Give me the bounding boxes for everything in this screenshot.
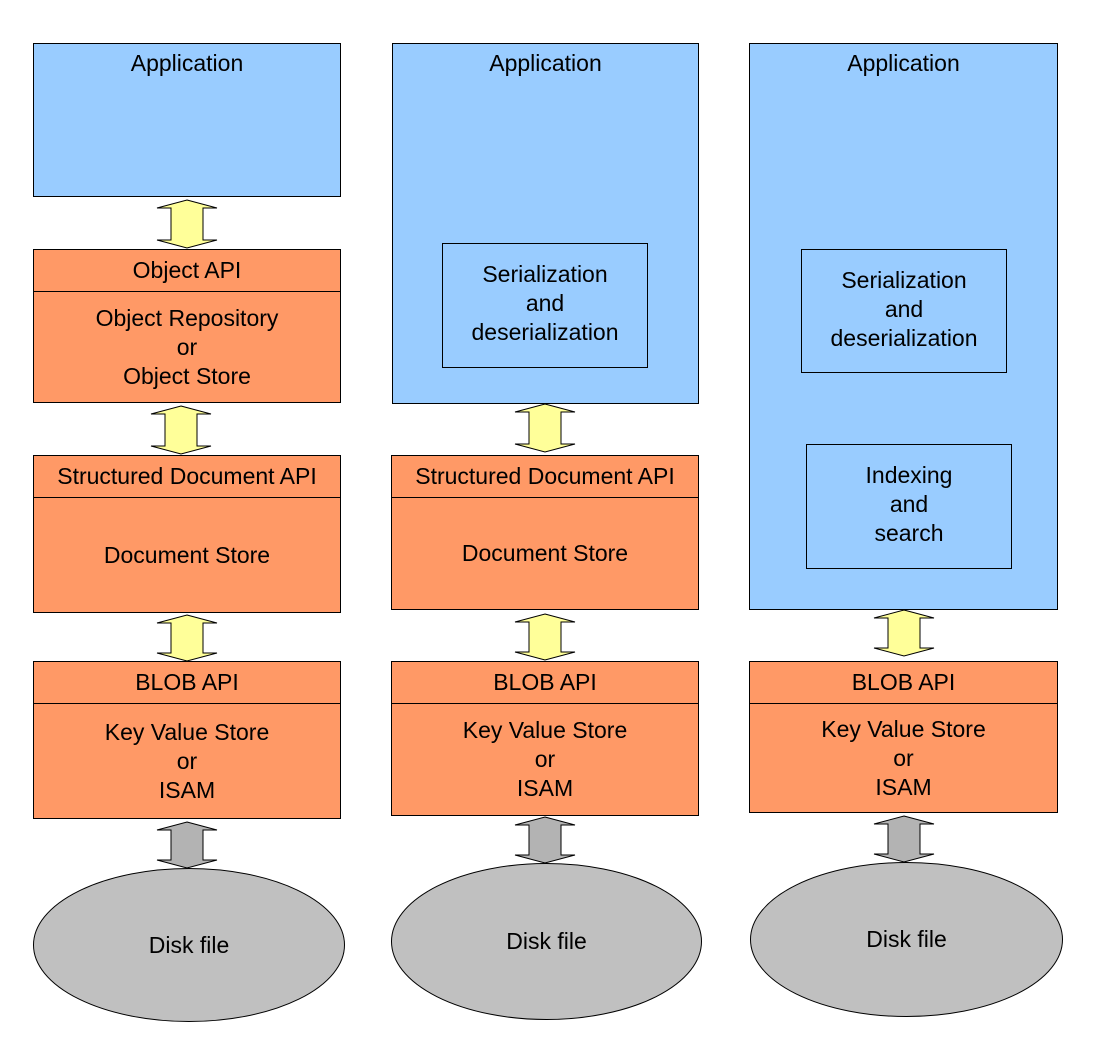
store-line: ISAM xyxy=(158,776,216,803)
application-box: Application xyxy=(33,43,341,197)
store-line: or xyxy=(893,744,914,771)
store-line: Key Value Store xyxy=(821,715,986,742)
store-line: or xyxy=(176,747,198,774)
document-store-layer: Structured Document API Document Store xyxy=(33,455,341,613)
structured-document-api-label: Structured Document API xyxy=(392,456,698,498)
disk-file: Disk file xyxy=(391,863,702,1020)
application-title: Application xyxy=(847,50,960,76)
document-store-label: Document Store xyxy=(392,498,698,609)
box-line: Serialization xyxy=(841,266,967,293)
application-title: Application xyxy=(489,50,602,76)
store-line: or xyxy=(534,746,556,772)
store-line: Object Repository xyxy=(95,304,279,331)
disk-file-label: Disk file xyxy=(866,926,947,952)
object-store-layer: Object API Object Repository or Object S… xyxy=(33,249,341,403)
box-line: deserialization xyxy=(471,319,619,345)
serialization-box: Serialization and deserialization xyxy=(442,243,648,368)
double-arrow-icon xyxy=(873,815,935,863)
store-line: Document Store xyxy=(461,540,629,566)
box-line: and xyxy=(525,290,565,316)
key-value-store-layer: BLOB API Key Value Store or ISAM xyxy=(749,661,1058,813)
blob-api-label: BLOB API xyxy=(392,662,698,704)
double-arrow-icon xyxy=(156,821,218,869)
store-line: ISAM xyxy=(516,775,574,801)
object-store-label: Object Repository or Object Store xyxy=(34,292,340,402)
double-arrow-icon xyxy=(514,613,576,661)
object-api-label: Object API xyxy=(34,250,340,292)
store-line: or xyxy=(176,333,198,360)
store-line: Key Value Store xyxy=(462,717,628,743)
key-value-store-label: Key Value Store or ISAM xyxy=(34,704,340,818)
box-line: and xyxy=(884,295,924,322)
store-line: ISAM xyxy=(875,773,932,800)
key-value-store-layer: BLOB API Key Value Store or ISAM xyxy=(391,661,699,816)
key-value-store-label: Key Value Store or ISAM xyxy=(750,704,1057,812)
structured-document-api-label: Structured Document API xyxy=(34,456,340,498)
disk-file-label: Disk file xyxy=(148,931,230,958)
disk-file: Disk file xyxy=(750,862,1063,1017)
box-line: Indexing xyxy=(865,462,953,488)
indexing-box: Indexing and search xyxy=(806,444,1012,569)
box-line: Serialization xyxy=(482,261,608,287)
box-line: and xyxy=(889,491,929,517)
store-line: Document Store xyxy=(103,541,271,568)
blob-api-label: BLOB API xyxy=(34,662,340,704)
double-arrow-icon xyxy=(514,816,576,864)
serialization-box: Serialization and deserialization xyxy=(801,249,1007,373)
key-value-store-layer: BLOB API Key Value Store or ISAM xyxy=(33,661,341,819)
double-arrow-icon xyxy=(150,405,212,455)
double-arrow-icon xyxy=(156,199,218,249)
store-line: Object Store xyxy=(123,362,251,389)
box-line: search xyxy=(874,520,944,546)
disk-file: Disk file xyxy=(33,868,345,1022)
double-arrow-icon xyxy=(873,609,935,657)
application-title: Application xyxy=(130,50,244,76)
blob-api-label: BLOB API xyxy=(750,662,1057,704)
document-store-label: Document Store xyxy=(34,498,340,612)
box-line: deserialization xyxy=(830,324,978,351)
double-arrow-icon xyxy=(156,614,218,662)
store-line: Key Value Store xyxy=(104,718,270,745)
document-store-layer: Structured Document API Document Store xyxy=(391,455,699,610)
double-arrow-icon xyxy=(514,403,576,453)
disk-file-label: Disk file xyxy=(506,928,587,954)
key-value-store-label: Key Value Store or ISAM xyxy=(392,704,698,815)
